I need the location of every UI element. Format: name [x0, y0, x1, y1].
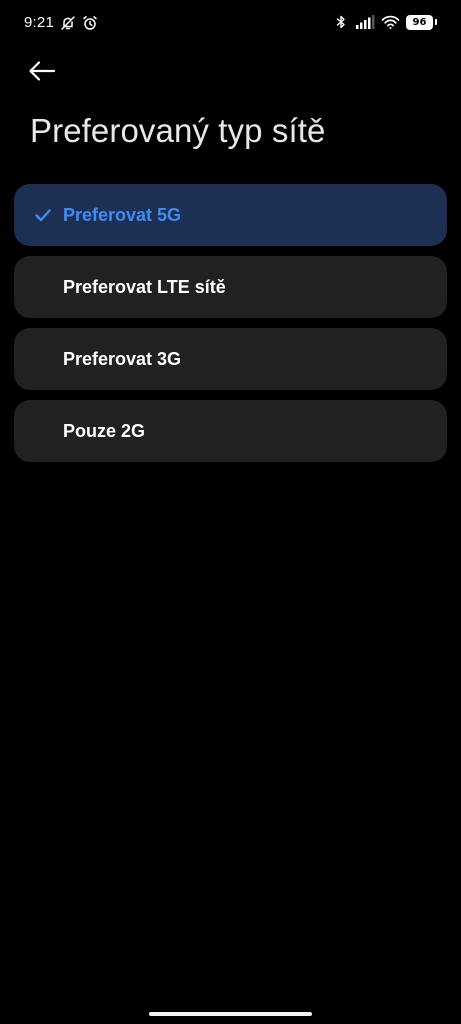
- bluetooth-icon: [333, 14, 349, 30]
- status-time: 9:21: [24, 14, 54, 31]
- option-label: Preferovat LTE sítě: [63, 276, 226, 297]
- option-label: Preferovat 5G: [63, 204, 182, 225]
- alarm-clock-icon: [82, 15, 98, 31]
- checkmark-icon: [34, 206, 52, 224]
- battery-tip: [435, 19, 437, 25]
- battery-icon: 96: [406, 14, 433, 30]
- status-bar: 9:21 96: [0, 0, 461, 46]
- network-type-options: Preferovat 5G Preferovat LTE sítě Prefer…: [14, 184, 447, 462]
- wifi-icon: [381, 14, 400, 30]
- signal-icon: [355, 14, 375, 30]
- home-indicator[interactable]: [149, 1012, 312, 1016]
- status-right: 96: [333, 14, 437, 30]
- option-prefer-5g[interactable]: Preferovat 5G: [14, 184, 447, 246]
- bell-off-icon: [60, 15, 76, 31]
- arrow-left-icon: [27, 59, 57, 83]
- option-label: Pouze 2G: [63, 420, 146, 441]
- status-left: 9:21: [24, 14, 98, 31]
- back-button[interactable]: [27, 56, 63, 86]
- option-label: Preferovat 3G: [63, 348, 182, 369]
- option-only-2g[interactable]: Pouze 2G: [14, 400, 447, 462]
- option-prefer-3g[interactable]: Preferovat 3G: [14, 328, 447, 390]
- option-prefer-lte[interactable]: Preferovat LTE sítě: [14, 256, 447, 318]
- page-title: Preferovaný typ sítě: [30, 112, 326, 149]
